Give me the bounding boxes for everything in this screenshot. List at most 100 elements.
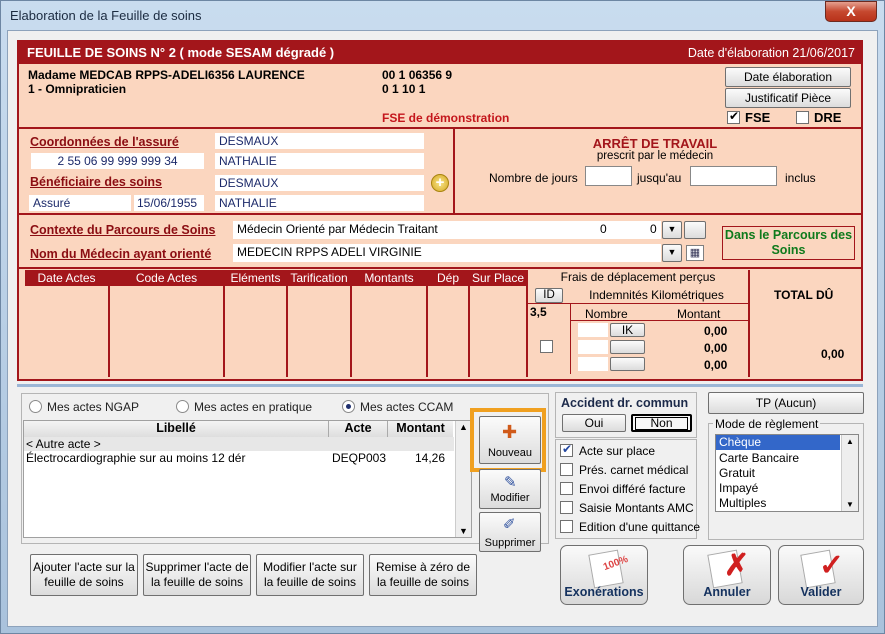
pres-carnet-checkbox[interactable]	[560, 463, 573, 476]
chevron-down-icon[interactable]: ▼	[662, 221, 682, 239]
contexte-extra-button[interactable]	[684, 221, 706, 239]
frais-button-3[interactable]	[610, 357, 645, 371]
edition-quittance-checkbox[interactable]	[560, 520, 573, 533]
inclus-label: inclus	[785, 171, 816, 185]
nombre-input-3[interactable]	[578, 357, 608, 371]
col-acte[interactable]: Acte	[329, 421, 388, 437]
divider	[526, 270, 528, 377]
qualite-field[interactable]: Assuré	[29, 195, 131, 211]
reglement-item[interactable]: Multiples	[719, 496, 766, 510]
nb-jours-input[interactable]	[585, 166, 632, 186]
divider	[528, 303, 748, 304]
supprimer-button[interactable]: ✐ Supprimer	[479, 512, 541, 552]
exonerations-label: Exonérations	[564, 585, 644, 599]
dre-checkbox[interactable]	[796, 111, 809, 124]
arret-subtitle: prescrit par le médecin	[596, 150, 714, 162]
reglement-item[interactable]: Impayé	[719, 481, 758, 495]
montant-2: 0,00	[704, 341, 728, 355]
ajouter-acte-button[interactable]: Ajouter l'acte sur la feuille de soins	[30, 554, 138, 596]
annuler-label: Annuler	[703, 585, 751, 599]
ik-button[interactable]: IK	[610, 323, 645, 337]
annuler-button[interactable]: ✗ Annuler	[683, 545, 771, 605]
list-item[interactable]: < Autre acte >	[24, 437, 454, 451]
reglement-title: Mode de règlement	[713, 417, 821, 431]
jusquau-input[interactable]	[690, 166, 777, 186]
col-tarification: Tarification	[288, 270, 350, 286]
radio-ngap[interactable]	[29, 400, 42, 413]
scroll-up-icon[interactable]: ▲	[459, 422, 468, 432]
add-beneficiaire-icon[interactable]: +	[431, 174, 449, 192]
list-scrollbar[interactable]: ▲ ▼	[455, 421, 471, 537]
option-label: Envoi différé facture	[579, 482, 686, 496]
divider	[19, 127, 861, 129]
saisie-amc-checkbox[interactable]	[560, 501, 573, 514]
tp-button[interactable]: TP (Aucun)	[708, 392, 864, 414]
list-item[interactable]: Électrocardiographie sur au moins 12 dér…	[24, 451, 454, 466]
scroll-down-icon[interactable]: ▼	[459, 526, 468, 536]
radio-pratique[interactable]	[176, 400, 189, 413]
modifier-acte-button[interactable]: Modifier l'acte sur la feuille de soins	[256, 554, 364, 596]
accident-title: Accident dr. commun	[561, 396, 689, 410]
id-value: 3,5	[530, 305, 547, 319]
reglement-scrollbar[interactable]: ▲ ▼	[841, 435, 858, 511]
add-icon: ✚	[502, 422, 518, 442]
nir-field[interactable]: 2 55 06 99 999 999 34	[31, 153, 204, 169]
modifier-label: Modifier	[490, 492, 530, 504]
exonerations-button[interactable]: 100% Exonérations	[560, 545, 648, 605]
close-button[interactable]: X	[825, 1, 877, 22]
scroll-down-icon[interactable]: ▼	[846, 500, 854, 509]
contexte-value: Médecin Orienté par Médecin Traitant	[237, 222, 438, 236]
check-icon: ✓	[819, 549, 845, 582]
divider	[468, 270, 470, 377]
col-montant[interactable]: Montant	[388, 421, 453, 437]
col-date-actes: Date Actes	[25, 270, 108, 286]
ik-nombre-input[interactable]	[578, 323, 608, 337]
medecin-oriente-label: Nom du Médecin ayant orienté	[30, 247, 212, 261]
col-libelle[interactable]: Libellé	[24, 421, 329, 437]
valider-button[interactable]: ✓ Valider	[778, 545, 864, 605]
accident-non-label: Non	[635, 417, 688, 430]
chevron-down-icon[interactable]: ▼	[662, 244, 682, 262]
justificatif-piece-button[interactable]: Justificatif Pièce	[725, 88, 851, 108]
option-label: Prés. carnet médical	[579, 463, 689, 477]
assure-prenom-field[interactable]: NATHALIE	[215, 153, 424, 169]
medecin-oriente-select[interactable]: MEDECIN RPPS ADELI VIRGINIE	[233, 244, 661, 262]
date-naissance-field[interactable]: 15/06/1955	[134, 195, 204, 211]
frais-button-2[interactable]	[610, 340, 645, 354]
contexte-parcours-select[interactable]: Médecin Orienté par Médecin Traitant 0 0	[233, 221, 661, 239]
total-du-value: 0,00	[821, 347, 845, 361]
jusquau-label: jusqu'au	[637, 171, 682, 185]
nouveau-button[interactable]: ✚ Nouveau	[479, 416, 541, 464]
calendar-icon[interactable]: ▦	[686, 245, 704, 261]
reglement-item[interactable]: Gratuit	[719, 466, 755, 480]
nombre-label: Nombre	[585, 307, 628, 321]
scroll-up-icon[interactable]: ▲	[846, 437, 854, 446]
nombre-input-2[interactable]	[578, 340, 608, 354]
date-elaboration-button[interactable]: Date élaboration	[725, 67, 851, 87]
supprimer-acte-button[interactable]: Supprimer l'acte de la feuille de soins	[143, 554, 251, 596]
frais-deplacement-label: Frais de déplacement perçus	[560, 270, 716, 284]
accident-non-button[interactable]: Non	[631, 414, 692, 432]
assure-nom-field[interactable]: DESMAUX	[215, 133, 424, 149]
accident-oui-button[interactable]: Oui	[562, 414, 626, 432]
reglement-item[interactable]: Carte Bancaire	[719, 451, 799, 465]
row-acte: DEQP003	[332, 451, 387, 465]
envoi-differe-checkbox[interactable]	[560, 482, 573, 495]
reglement-item[interactable]: Chèque	[716, 435, 840, 450]
frais-checkbox[interactable]	[540, 340, 553, 353]
remise-zero-button[interactable]: Remise à zéro de la feuille de soins	[369, 554, 477, 596]
cancel-icon: ✗	[724, 549, 750, 582]
benef-prenom-field[interactable]: NATHALIE	[215, 195, 424, 211]
row-libelle: Électrocardiographie sur au moins 12 dér	[26, 451, 246, 465]
divider	[570, 304, 571, 374]
fse-checkbox[interactable]: ✔	[727, 109, 740, 124]
divider	[426, 270, 428, 377]
col-dep: Dép	[428, 270, 468, 286]
divider	[286, 270, 288, 377]
benef-nom-field[interactable]: DESMAUX	[215, 175, 424, 191]
option-label: Acte sur place	[579, 444, 656, 458]
acte-sur-place-checkbox[interactable]: ✔	[560, 442, 573, 457]
modifier-button[interactable]: ✎ Modifier	[479, 469, 541, 509]
radio-ccam[interactable]	[342, 400, 355, 413]
id-button[interactable]: ID	[535, 288, 563, 303]
